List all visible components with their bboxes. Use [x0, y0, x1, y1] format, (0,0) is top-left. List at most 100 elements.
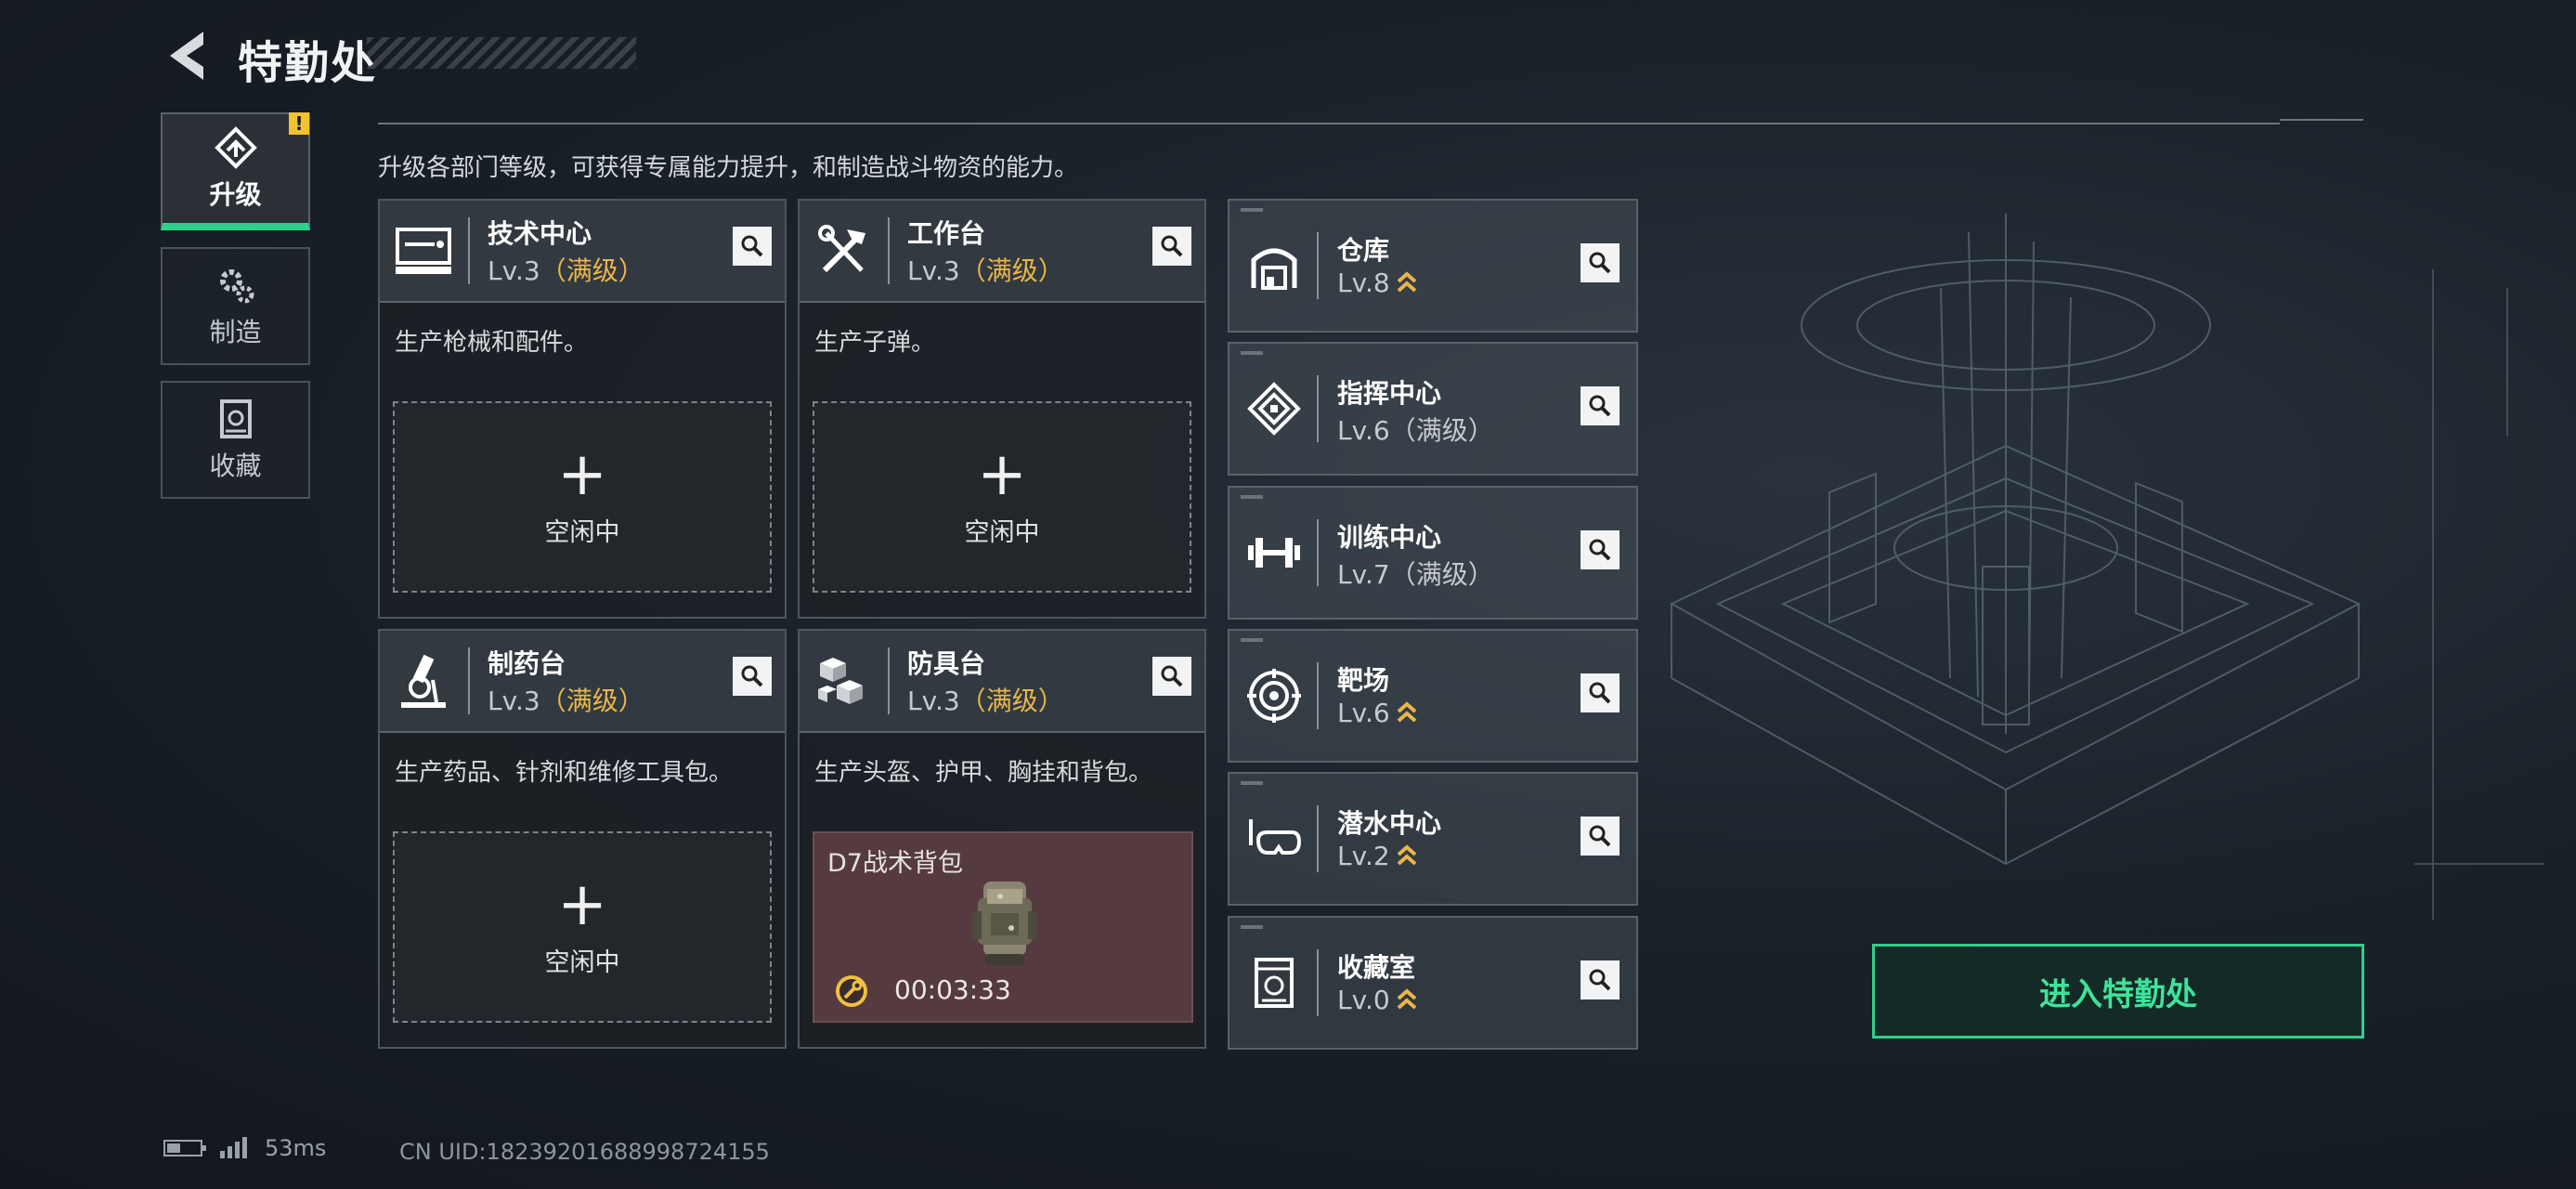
facility-row-diving-center[interactable]: 潜水中心 Lv.2 [1228, 772, 1638, 906]
divider [378, 123, 2280, 124]
workshop-description: 生产枪械和配件。 [395, 329, 589, 357]
upgrade-available-icon [1397, 701, 1417, 723]
max-level-label: （满级） [959, 686, 1064, 716]
facility-name: 收藏室 [1337, 952, 1416, 983]
slot-status: 空闲中 [544, 947, 620, 977]
workshop-level: Lv.3（满级） [907, 686, 1064, 716]
max-level-label: （满级） [540, 686, 644, 716]
corner-mark [1241, 638, 1263, 642]
backpack-image [972, 882, 1037, 965]
facility-row-shooting-range[interactable]: 靶场 Lv.6 [1228, 629, 1638, 763]
card-header: 制药台 Lv.3（满级） [380, 631, 785, 733]
collection-room-icon [1244, 953, 1304, 1013]
separator [1317, 375, 1319, 442]
separator [1317, 662, 1319, 729]
tab-label: 制造 [209, 316, 262, 347]
facility-name: 指挥中心 [1337, 378, 1442, 409]
facility-row-command-center[interactable]: 指挥中心 Lv.6（满级） [1228, 342, 1638, 476]
facility-name: 潜水中心 [1337, 808, 1442, 839]
corner-mark [1241, 351, 1263, 355]
separator [1317, 232, 1319, 299]
workshop-level: Lv.3（满级） [488, 686, 644, 716]
production-slot-empty[interactable]: + 空闲中 [393, 831, 772, 1023]
upgrade-icon [214, 125, 257, 169]
workshop-level: Lv.3（满级） [907, 255, 1064, 286]
separator [888, 647, 890, 714]
search-icon[interactable] [1581, 960, 1620, 1000]
search-icon[interactable] [733, 657, 772, 696]
production-slot-empty[interactable]: + 空闲中 [393, 401, 772, 593]
workshop-name: 工作台 [907, 218, 986, 249]
separator [1317, 519, 1319, 586]
alert-badge: ! [289, 112, 309, 135]
slot-status: 空闲中 [544, 517, 620, 547]
facility-level: Lv.7（满级） [1337, 559, 1494, 590]
search-icon[interactable] [1581, 243, 1620, 282]
max-level-label: （满级） [959, 255, 1064, 286]
facility-name: 靶场 [1337, 665, 1390, 696]
workshop-card-armory[interactable]: 防具台 Lv.3（满级） 生产头盔、护甲、胸挂和背包。 D7战术背包 00:03… [798, 629, 1206, 1049]
search-icon[interactable] [1581, 817, 1620, 856]
max-level-label: （满级） [1389, 559, 1494, 590]
search-icon[interactable] [1581, 673, 1620, 712]
max-level-label: （满级） [540, 255, 644, 286]
max-level-label: （满级） [1389, 415, 1494, 446]
workshop-card-pharmacy[interactable]: 制药台 Lv.3（满级） 生产药品、针剂和维修工具包。 + 空闲中 [378, 629, 787, 1049]
workshop-card-tech-center[interactable]: 技术中心 Lv.3（满级） 生产枪械和配件。 + 空闲中 [378, 199, 787, 619]
tab-upgrade[interactable]: 升级 [161, 112, 310, 230]
corner-mark [1241, 781, 1263, 785]
separator [468, 217, 470, 284]
workshop-card-workbench[interactable]: 工作台 Lv.3（满级） 生产子弹。 + 空闲中 [798, 199, 1206, 619]
enter-special-ops-button[interactable]: 进入特勤处 [1872, 944, 2364, 1039]
facility-row-warehouse[interactable]: 仓库 Lv.8 [1228, 199, 1638, 333]
facility-row-training-center[interactable]: 训练中心 Lv.7（满级） [1228, 486, 1638, 620]
facility-level: Lv.2 [1337, 841, 1418, 871]
separator [888, 217, 890, 284]
production-slot-crafting[interactable]: D7战术背包 00:03:33 [813, 831, 1193, 1023]
search-icon[interactable] [1152, 227, 1191, 266]
card-header: 工作台 Lv.3（满级） [800, 201, 1204, 303]
page-description: 升级各部门等级，可获得专属能力提升，和制造战斗物资的能力。 [378, 154, 1079, 182]
separator [1317, 949, 1319, 1016]
workshop-description: 生产药品、针剂和维修工具包。 [395, 759, 734, 787]
monitor-icon [391, 219, 456, 284]
upgrade-available-icon [1397, 988, 1417, 1010]
crafting-timer: 00:03:33 [894, 974, 1011, 1005]
workshop-name: 制药台 [488, 648, 566, 679]
search-icon[interactable] [733, 227, 772, 266]
facility-row-collection-room[interactable]: 收藏室 Lv.0 [1228, 916, 1638, 1050]
crafting-item-name: D7战术背包 [827, 849, 963, 878]
search-icon[interactable] [1152, 657, 1191, 696]
workshop-name: 防具台 [907, 648, 986, 679]
tab-craft[interactable]: 制造 [161, 247, 310, 365]
diving-mask-icon [1244, 809, 1304, 869]
tools-icon [811, 219, 876, 284]
plus-icon: + [557, 869, 607, 939]
production-slot-empty[interactable]: + 空闲中 [813, 401, 1191, 593]
dumbbell-icon [1244, 523, 1304, 582]
facility-name: 训练中心 [1337, 522, 1442, 553]
search-icon[interactable] [1581, 530, 1620, 569]
plus-icon: + [977, 439, 1027, 509]
facility-name: 仓库 [1337, 235, 1390, 266]
back-arrow-icon[interactable] [163, 26, 218, 85]
tab-label: 升级 [209, 178, 262, 210]
microscope-icon [391, 649, 456, 714]
corner-mark [1241, 495, 1263, 499]
facility-level: Lv.8 [1337, 268, 1418, 298]
signal-icon [220, 1137, 247, 1158]
command-icon [1244, 379, 1304, 438]
page-title: 特勤处 [238, 37, 378, 89]
facility-level: Lv.6（满级） [1337, 415, 1494, 446]
base-structure-illustration [1669, 214, 2544, 920]
search-icon[interactable] [1581, 386, 1620, 425]
card-header: 防具台 Lv.3（满级） [800, 631, 1204, 733]
user-uid: CN UID:18239201688998724155 [399, 1139, 770, 1165]
gear-icon [215, 264, 257, 307]
facility-level: Lv.0 [1337, 985, 1418, 1015]
status-bar: 53ms [163, 1135, 326, 1161]
facility-level: Lv.6 [1337, 698, 1418, 728]
plus-icon: + [557, 439, 607, 509]
ping-value: 53ms [265, 1135, 327, 1161]
tab-collection[interactable]: 收藏 [161, 381, 310, 499]
